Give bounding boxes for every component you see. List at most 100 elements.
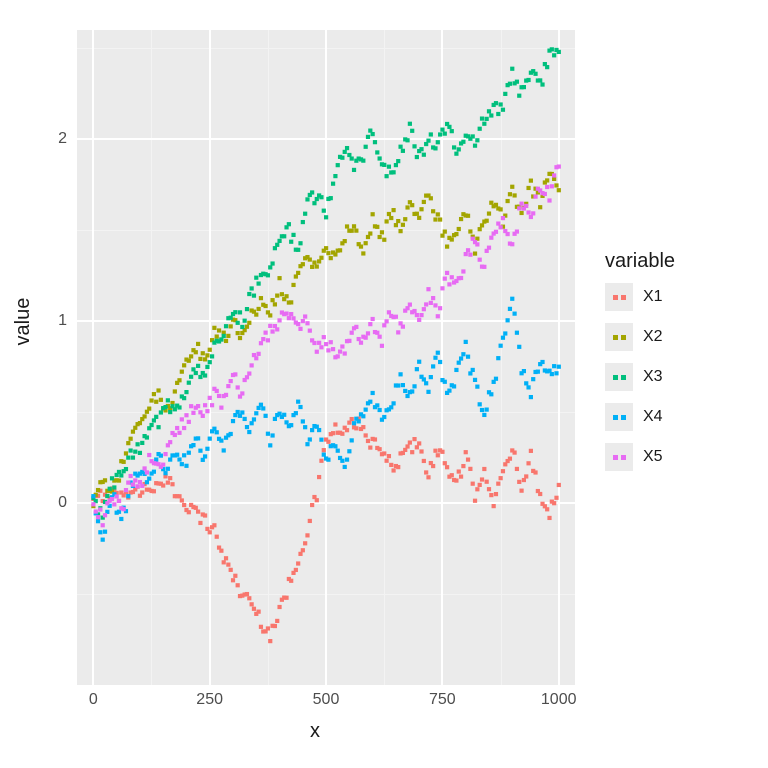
data-point [526,78,530,82]
data-point [238,336,242,340]
data-point [417,216,421,220]
data-point [357,419,361,423]
data-point [270,298,274,302]
data-point [198,449,202,453]
data-point [124,451,128,455]
data-point [131,483,135,487]
data-point [259,341,263,345]
data-point [291,283,295,287]
legend-dot-icon [621,415,626,420]
data-point [273,417,277,421]
data-point [429,301,433,305]
data-point [257,352,261,356]
data-point [489,236,493,240]
data-point [210,403,214,407]
data-point [366,439,370,443]
data-point [229,568,233,572]
data-point [352,224,356,228]
data-point [347,421,351,425]
legend-label: X5 [643,448,663,466]
data-point [494,101,498,105]
data-point [101,538,105,542]
data-point [263,304,267,308]
data-point [145,470,149,474]
data-point [375,403,379,407]
data-point [554,496,558,500]
data-point [196,342,200,346]
data-point [517,480,521,484]
data-point [236,331,240,335]
data-point [268,443,272,447]
data-point [180,370,184,374]
data-point [405,394,409,398]
data-point [450,129,454,133]
data-point [301,262,305,266]
data-point [368,445,372,449]
data-point [187,510,191,514]
data-point [294,568,298,572]
data-point [401,325,405,329]
data-point [219,439,223,443]
data-point [240,325,244,329]
data-point [424,302,428,306]
data-point [496,221,500,225]
data-point [352,168,356,172]
data-point [147,477,151,481]
data-point [492,504,496,508]
data-point [422,200,426,204]
data-point [189,404,193,408]
data-point [543,192,547,196]
data-point [229,379,233,383]
data-point [336,163,340,167]
data-point [375,150,379,154]
data-point [331,347,335,351]
data-point [108,487,112,491]
chart-figure: value x 02505007501000012 variable X1X2X… [0,0,768,768]
data-point [419,147,423,151]
data-point [159,398,163,402]
data-point [398,372,402,376]
y-tick-label: 0 [58,494,67,512]
data-point [436,351,440,355]
data-point [454,368,458,372]
legend-dot-icon [621,375,626,380]
data-point [115,494,119,498]
data-point [415,367,419,371]
data-point [426,287,430,291]
data-point [403,217,407,221]
data-point [478,483,482,487]
data-point [159,454,163,458]
data-point [119,517,123,521]
data-point [501,108,505,112]
data-point [391,401,395,405]
data-point [110,497,114,501]
data-point [166,481,170,485]
legend-dot-icon [613,375,618,380]
data-point [478,258,482,262]
data-point [284,311,288,315]
data-point [245,307,249,311]
data-point [512,450,516,454]
data-point [471,134,475,138]
data-point [398,145,402,149]
data-point [454,232,458,236]
data-point [289,312,293,316]
legend-dot-icon [613,455,618,460]
data-point [343,239,347,243]
data-point [394,315,398,319]
x-tick-label: 0 [89,691,98,709]
y-tick-label: 1 [58,312,67,330]
data-point [545,185,549,189]
data-point [289,300,293,304]
data-point [473,144,477,148]
legend-title: variable [605,250,755,273]
data-point [422,153,426,157]
data-point [385,319,389,323]
data-point [547,516,551,520]
data-point [270,329,274,333]
data-point [277,239,281,243]
data-point [487,109,491,113]
data-point [382,451,386,455]
data-point [468,253,472,257]
data-point [501,469,505,473]
